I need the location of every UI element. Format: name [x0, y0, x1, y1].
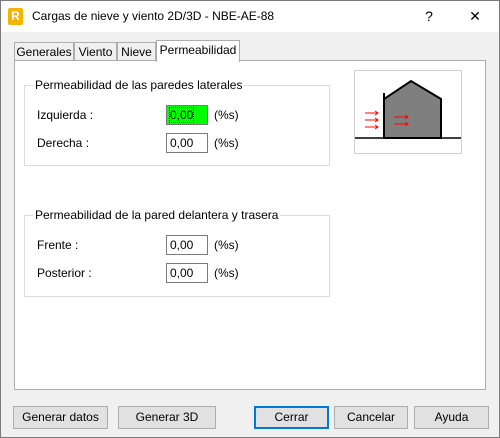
- front-wall-input[interactable]: 0,00: [166, 235, 208, 255]
- dialog-window: R Cargas de nieve y viento 2D/3D - NBE-A…: [0, 0, 500, 438]
- help-icon[interactable]: ?: [407, 1, 451, 32]
- building-wind-diagram: [355, 79, 461, 139]
- cancel-button[interactable]: Cancelar: [334, 406, 408, 429]
- app-logo-icon: R: [8, 8, 23, 25]
- tab-viento[interactable]: Viento: [74, 42, 117, 60]
- generate-3d-button[interactable]: Generar 3D: [118, 406, 216, 429]
- lateral-walls-group: Permeabilidad de las paredes laterales I…: [24, 78, 330, 166]
- building-preview-image: [354, 70, 462, 154]
- front-wall-unit: (%s): [214, 238, 239, 252]
- window-title: Cargas de nieve y viento 2D/3D - NBE-AE-…: [32, 9, 275, 23]
- front-wall-label: Frente :: [37, 238, 79, 252]
- help-button[interactable]: Ayuda: [414, 406, 489, 429]
- title-bar: R Cargas de nieve y viento 2D/3D - NBE-A…: [1, 1, 499, 32]
- right-wall-label: Derecha :: [37, 136, 90, 150]
- left-wall-value: 0,00: [168, 107, 195, 123]
- right-wall-input[interactable]: 0,00: [166, 133, 208, 153]
- front-back-walls-group: Permeabilidad de la pared delantera y tr…: [24, 208, 330, 297]
- tab-nieve[interactable]: Nieve: [117, 42, 156, 60]
- right-wall-unit: (%s): [214, 136, 239, 150]
- lateral-walls-group-title: Permeabilidad de las paredes laterales: [33, 78, 245, 92]
- building-shape: [383, 79, 442, 139]
- back-wall-unit: (%s): [214, 266, 239, 280]
- left-wall-input[interactable]: 0,00: [166, 105, 208, 125]
- left-wall-label: Izquierda :: [37, 108, 94, 122]
- back-wall-label: Posterior :: [37, 266, 92, 280]
- tab-generales[interactable]: Generales: [14, 42, 74, 60]
- front-back-walls-group-title: Permeabilidad de la pared delantera y tr…: [33, 208, 281, 222]
- close-icon[interactable]: ✕: [453, 1, 497, 32]
- generate-data-button[interactable]: Generar datos: [13, 406, 108, 429]
- back-wall-input[interactable]: 0,00: [166, 263, 208, 283]
- close-button[interactable]: Cerrar: [254, 406, 329, 429]
- tab-permeabilidad[interactable]: Permeabilidad: [156, 40, 240, 62]
- left-wall-unit: (%s): [214, 108, 239, 122]
